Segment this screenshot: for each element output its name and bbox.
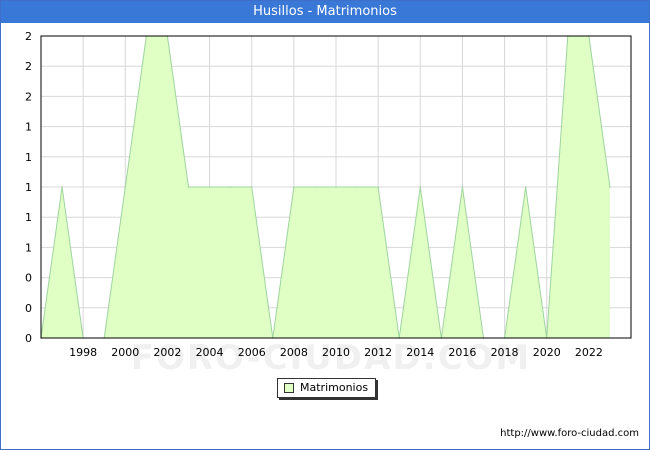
data-point (187, 186, 190, 188)
x-tick-label: 2012 (364, 346, 392, 359)
data-point (250, 186, 253, 188)
y-tick-label: 1 (25, 241, 32, 254)
chart-window: Husillos - Matrimonios FORO-CIUDAD.COM 0… (0, 0, 650, 450)
data-point (609, 186, 611, 188)
x-tick-label: 2000 (111, 346, 139, 359)
y-tick-label: 2 (25, 90, 32, 103)
y-tick-label: 1 (25, 151, 32, 164)
data-point (461, 186, 464, 188)
data-point (293, 186, 295, 188)
data-point (419, 186, 422, 188)
source-url: http://www.foro-ciudad.com (500, 428, 639, 439)
x-tick-label: 2006 (238, 346, 266, 359)
y-axis-ticks: 0 0 0 1 1 1 1 1 2 2 2 (25, 30, 32, 345)
data-point (524, 186, 527, 188)
y-tick-label: 1 (25, 181, 32, 194)
x-tick-label: 2022 (575, 346, 603, 359)
x-tick-label: 2010 (322, 346, 350, 359)
legend-label-matrimonios: Matrimonios (300, 381, 369, 394)
legend-swatch-matrimonios (284, 383, 294, 393)
y-tick-label: 0 (25, 272, 32, 285)
x-tick-label: 2004 (196, 346, 224, 359)
data-point (208, 186, 211, 188)
x-tick-label: 2008 (280, 346, 308, 359)
data-point (124, 186, 127, 188)
y-tick-label: 0 (25, 332, 32, 345)
x-tick-label: 2018 (491, 346, 519, 359)
y-tick-label: 1 (25, 121, 32, 134)
y-tick-label: 1 (25, 211, 32, 224)
y-tick-label: 2 (25, 60, 32, 73)
x-tick-label: 1998 (69, 346, 97, 359)
x-tick-label: 2014 (406, 346, 434, 359)
x-tick-label: 2002 (153, 346, 181, 359)
chart-area: FORO-CIUDAD.COM 00011111222 1998 2000 2002… (25, 30, 632, 378)
x-tick-label: 2016 (448, 346, 476, 359)
data-point (356, 186, 358, 188)
data-point (377, 186, 379, 188)
data-point (314, 186, 316, 188)
data-point (61, 186, 63, 188)
legend: Matrimonios (277, 378, 376, 398)
data-point (335, 186, 337, 188)
y-tick-label: 2 (25, 30, 32, 43)
x-tick-label: 2020 (533, 346, 561, 359)
data-point (229, 186, 232, 188)
y-tick-label: 0 (25, 302, 32, 315)
